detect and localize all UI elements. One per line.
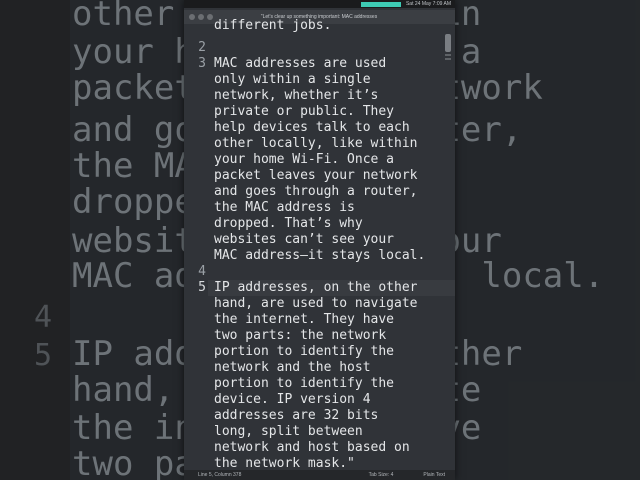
- minimap-mark: [445, 58, 451, 60]
- code-line: different jobs.: [214, 18, 332, 33]
- tab-size-selector[interactable]: Tab Size: 4: [369, 472, 394, 478]
- line-number-active: 5: [198, 280, 206, 295]
- text-editor-area[interactable]: 2 3 4 5 different jobs. MAC addresses ar…: [184, 18, 455, 471]
- menu-bar-clock: Sat 24 May 7:09 AM: [405, 1, 451, 7]
- cursor-position[interactable]: Line 5, Column 378: [198, 472, 369, 478]
- minimize-window-button[interactable]: [198, 14, 204, 20]
- syntax-selector[interactable]: Plain Text: [423, 472, 445, 478]
- vertical-scrollbar-thumb[interactable]: [445, 34, 451, 52]
- editor-window: Sat 24 May 7:09 AM "Let's clear up somet…: [184, 0, 455, 480]
- line-number: 4: [198, 264, 206, 279]
- line-number-gutter: 2 3 4 5: [184, 24, 208, 470]
- code-line: MAC addresses are used only within a sin…: [214, 56, 426, 263]
- menu-bar-status-indicator: [360, 1, 401, 7]
- window-controls: [189, 14, 213, 20]
- close-window-button[interactable]: [189, 14, 195, 20]
- menu-bar: Sat 24 May 7:09 AM: [184, 0, 455, 8]
- minimap-mark: [445, 54, 451, 56]
- line-number: 3: [198, 56, 206, 71]
- status-bar: Line 5, Column 378 Tab Size: 4 Plain Tex…: [184, 470, 455, 480]
- code-line-active: IP addresses, on the other hand, are use…: [214, 280, 418, 471]
- line-number: 2: [198, 40, 206, 55]
